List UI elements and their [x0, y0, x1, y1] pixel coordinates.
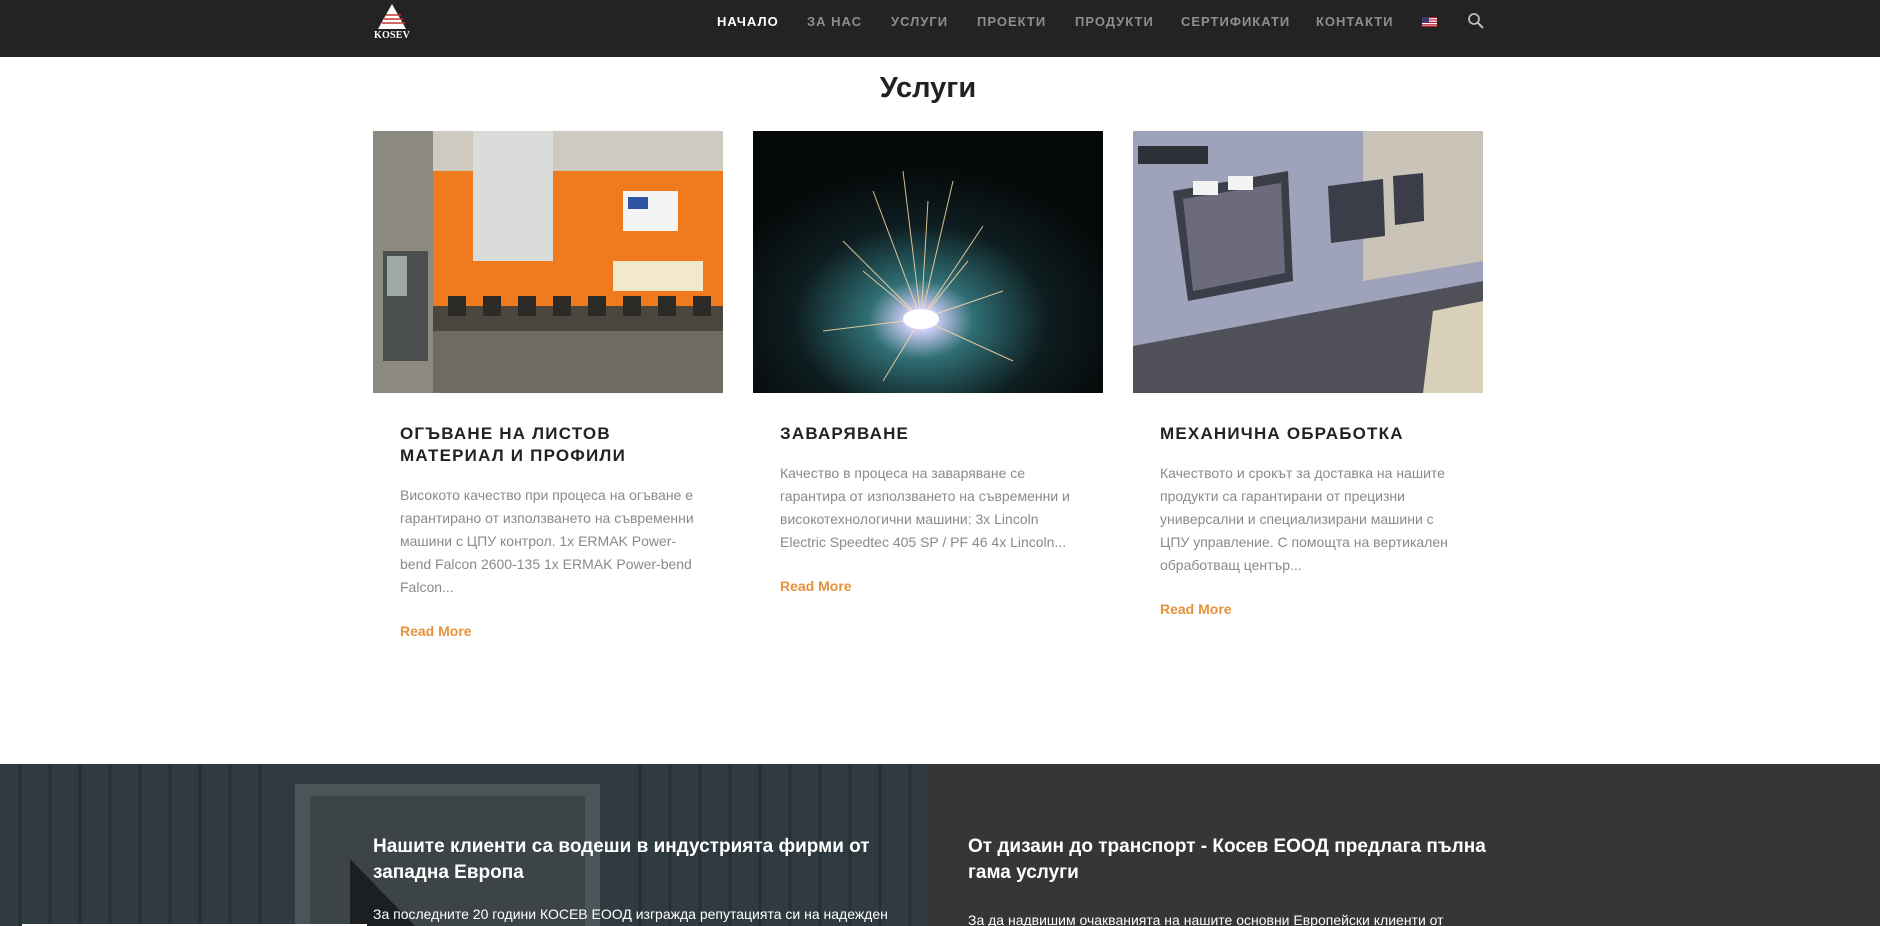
- card-excerpt: Високото качество при процеса на огъване…: [400, 487, 694, 595]
- nav-item-about[interactable]: ЗА НАС: [807, 14, 862, 29]
- card-excerpt: Качество в процеса на заваряване се гара…: [780, 465, 1070, 550]
- kosev-logo[interactable]: KOSEV: [373, 3, 411, 43]
- cnc-machine-image[interactable]: [1133, 131, 1483, 393]
- logo-text: KOSEV: [373, 30, 410, 41]
- card-excerpt: Качеството и срокът за доставка на нашит…: [1160, 465, 1448, 573]
- clients-heading: Нашите клиенти са водеши в индустрията ф…: [373, 836, 870, 883]
- card-title[interactable]: ОГЪВАНЕ НА ЛИСТОВ МАТЕРИАЛ И ПРОФИЛИ: [400, 423, 700, 467]
- logo-mark-icon: [378, 4, 406, 29]
- us-flag-icon[interactable]: [1422, 17, 1437, 27]
- card-title[interactable]: МЕХАНИЧНА ОБРАБОТКА: [1160, 423, 1460, 445]
- welding-image[interactable]: [753, 131, 1103, 393]
- nav-item-certificates[interactable]: СЕРТИФИКАТИ: [1181, 14, 1290, 29]
- nav-item-home[interactable]: НАЧАЛО: [717, 14, 779, 29]
- clients-text: За последните 20 години КОСЕВ ЕООД изгра…: [373, 906, 888, 922]
- services-heading: От дизаин до транспорт - Косев ЕООД пред…: [968, 836, 1486, 883]
- services-banner: От дизаин до транспорт - Косев ЕООД пред…: [928, 764, 1880, 926]
- nav-item-services[interactable]: УСЛУГИ: [891, 14, 948, 29]
- read-more-link[interactable]: Read More: [780, 578, 852, 594]
- services-banner-text: За да надвишим очакванията на нашите осн…: [968, 912, 1444, 926]
- press-brake-image[interactable]: [373, 131, 723, 393]
- top-navigation-bar: KOSEV НАЧАЛО ЗА НАС УСЛУГИ ПРОЕКТИ ПРОДУ…: [0, 0, 1880, 57]
- nav-item-products[interactable]: ПРОДУКТИ: [1075, 14, 1154, 29]
- read-more-link[interactable]: Read More: [400, 623, 472, 639]
- read-more-link[interactable]: Read More: [1160, 601, 1232, 617]
- clients-banner: Нашите клиенти са водеши в индустрията ф…: [0, 764, 928, 926]
- services-section-title: Услуги: [879, 72, 977, 104]
- card-title[interactable]: ЗАВАРЯВАНЕ: [780, 423, 1080, 445]
- search-icon[interactable]: [1467, 12, 1485, 30]
- nav-item-contacts[interactable]: КОНТАКТИ: [1316, 14, 1394, 29]
- nav-item-projects[interactable]: ПРОЕКТИ: [977, 14, 1046, 29]
